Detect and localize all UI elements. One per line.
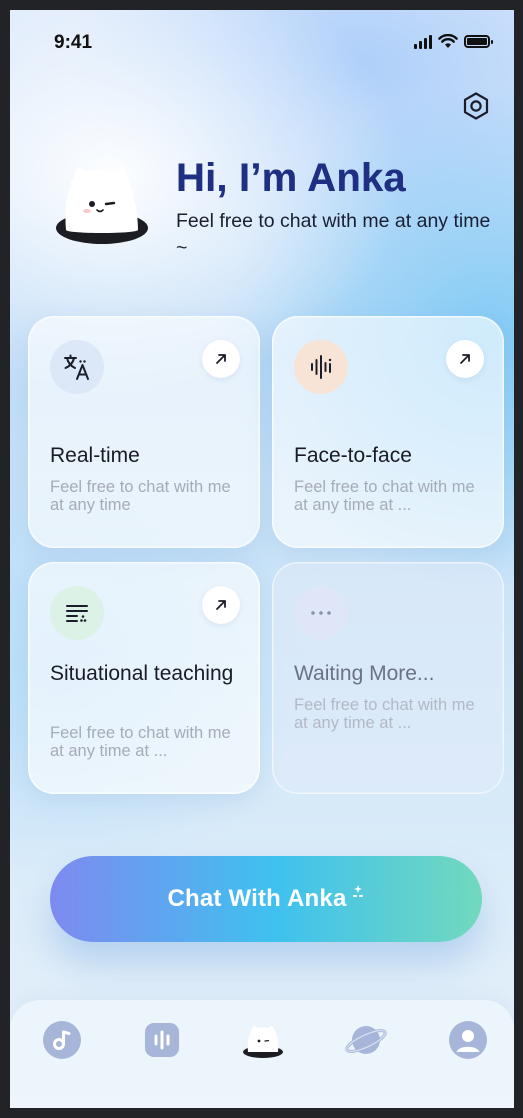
audio-bars-icon — [145, 1023, 179, 1057]
arrow-up-right-icon — [216, 600, 226, 610]
status-time: 9:41 — [54, 32, 93, 53]
anka-mascot-avatar — [56, 167, 148, 244]
text-lines-icon — [50, 586, 104, 640]
tab-profile[interactable] — [446, 1018, 490, 1062]
music-icon — [43, 1021, 81, 1059]
hero-subtitle: Feel free to chat with me at any time ~ — [176, 210, 491, 259]
hero-title: Hi, I’m Anka — [176, 156, 406, 200]
open-arrow-button[interactable] — [202, 340, 240, 378]
arrow-up-right-icon — [460, 354, 470, 364]
card-title: Situational teaching — [50, 662, 234, 685]
tab-music[interactable] — [40, 1018, 84, 1062]
bottom-tab-bar — [10, 1000, 514, 1108]
card-situational-teaching[interactable]: Situational teaching Feel free to chat w… — [28, 562, 260, 794]
app-screen: 9:41 Hi, I’m Anka Feel free to chat with… — [10, 10, 514, 1108]
open-arrow-button[interactable] — [202, 586, 240, 624]
open-arrow-button[interactable] — [446, 340, 484, 378]
planet-icon — [345, 1026, 387, 1054]
tab-audio[interactable] — [140, 1018, 184, 1062]
chat-with-anka-button[interactable]: Chat With Anka — [50, 856, 482, 942]
battery-icon — [464, 35, 493, 48]
more-dots-icon — [294, 586, 348, 640]
status-icons — [414, 34, 493, 49]
card-title: Face-to-face — [294, 444, 412, 467]
card-title: Real-time — [50, 444, 140, 467]
arrow-up-right-icon — [216, 354, 226, 364]
wifi-icon — [438, 34, 458, 48]
signal-icon — [414, 34, 432, 49]
translate-icon — [50, 340, 104, 394]
tab-explore[interactable] — [344, 1018, 388, 1062]
profile-icon — [449, 1021, 487, 1059]
card-real-time[interactable]: Real-time Feel free to chat with me at a… — [28, 316, 260, 548]
tab-anka[interactable] — [240, 1018, 286, 1062]
settings-button[interactable] — [458, 88, 494, 124]
card-waiting-more: Waiting More... Feel free to chat with m… — [272, 562, 504, 794]
card-description: Feel free to chat with me at any time — [50, 478, 231, 514]
settings-icon — [463, 92, 489, 120]
sparkle-icon — [352, 885, 363, 897]
card-description: Feel free to chat with me at any time at… — [294, 696, 475, 732]
card-description: Feel free to chat with me at any time at… — [50, 724, 231, 760]
cta-label: Chat With Anka — [167, 885, 347, 912]
anka-mascot-icon — [243, 1025, 283, 1058]
card-description: Feel free to chat with me at any time at… — [294, 478, 475, 514]
voice-wave-icon — [294, 340, 348, 394]
card-title: Waiting More... — [294, 662, 435, 685]
card-face-to-face[interactable]: Face-to-face Feel free to chat with me a… — [272, 316, 504, 548]
